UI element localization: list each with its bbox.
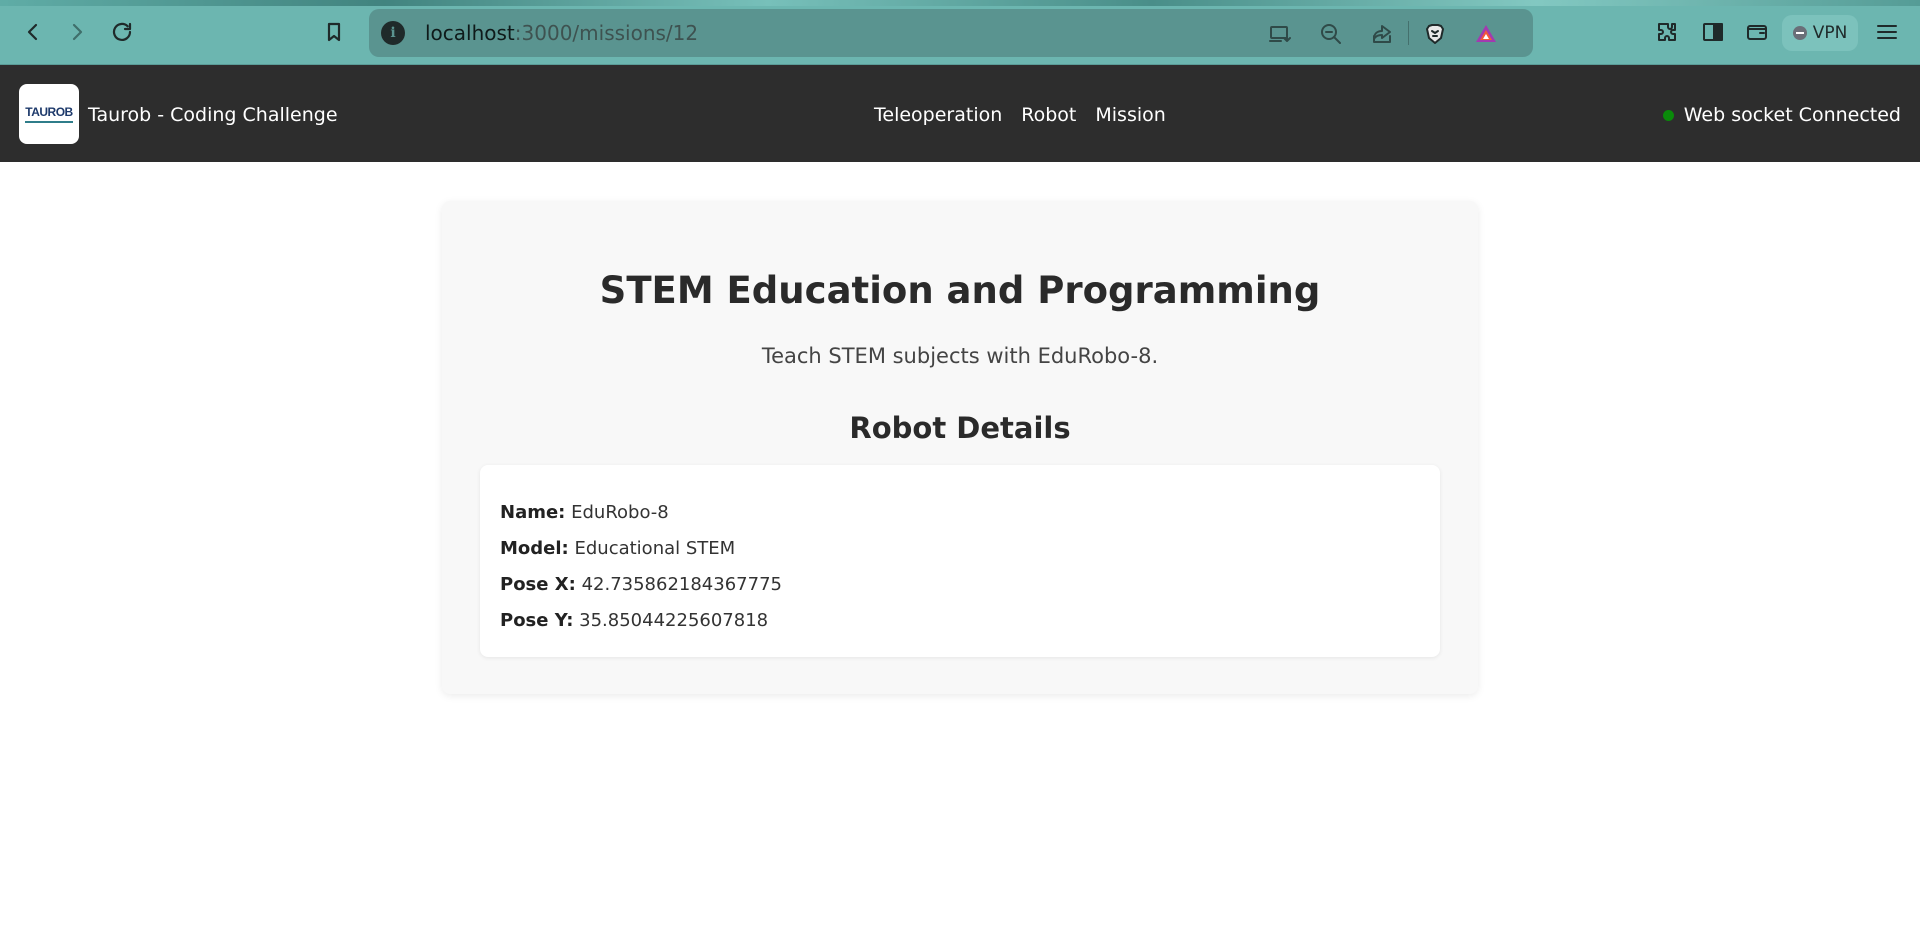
reload-icon bbox=[112, 22, 132, 41]
url-host: localhost bbox=[425, 21, 515, 45]
bookmark-icon bbox=[327, 22, 341, 42]
detail-value: EduRobo-8 bbox=[571, 502, 669, 523]
nav-link-mission[interactable]: Mission bbox=[1095, 103, 1165, 127]
browser-toolbar: i localhost:3000/missions/12 VPN bbox=[0, 0, 1920, 65]
nav-link-robot[interactable]: Robot bbox=[1021, 103, 1076, 127]
logo-underline bbox=[25, 121, 73, 123]
detail-label: Model: bbox=[500, 538, 569, 559]
robot-details-box: Name: EduRobo-8 Model: Educational STEM … bbox=[480, 465, 1440, 657]
mission-card: STEM Education and Programming Teach STE… bbox=[442, 201, 1478, 694]
detail-label: Pose Y: bbox=[500, 610, 574, 631]
vpn-label: VPN bbox=[1812, 23, 1848, 43]
share-icon[interactable] bbox=[1369, 21, 1395, 47]
back-button[interactable] bbox=[15, 14, 51, 50]
main-nav: Teleoperation Robot Mission bbox=[874, 103, 1166, 127]
logo-text: TAUROB bbox=[25, 105, 73, 119]
websocket-status-text: Web socket Connected bbox=[1683, 104, 1901, 126]
detail-label: Pose X: bbox=[500, 574, 576, 595]
bookmark-button[interactable] bbox=[316, 14, 352, 50]
sidebar-icon[interactable] bbox=[1699, 18, 1727, 46]
detail-value: Educational STEM bbox=[574, 538, 736, 559]
robot-details-heading: Robot Details bbox=[849, 411, 1071, 445]
taurob-logo[interactable]: TAUROB bbox=[19, 84, 79, 144]
reload-button[interactable] bbox=[104, 14, 140, 50]
chevron-left-icon bbox=[27, 23, 38, 41]
detail-value: 42.735862184367775 bbox=[581, 574, 782, 595]
nav-link-teleoperation[interactable]: Teleoperation bbox=[874, 103, 1002, 127]
websocket-status: Web socket Connected bbox=[1662, 103, 1901, 127]
extensions-icon[interactable] bbox=[1653, 18, 1681, 46]
site-info-icon[interactable]: i bbox=[381, 21, 405, 45]
brave-rewards-icon[interactable] bbox=[1473, 21, 1499, 47]
detail-row-model: Model: Educational STEM bbox=[500, 531, 1420, 567]
detail-label: Name: bbox=[500, 502, 566, 523]
app-title[interactable]: Taurob - Coding Challenge bbox=[88, 103, 338, 127]
url-text[interactable]: localhost:3000/missions/12 bbox=[425, 21, 698, 45]
detail-value: 35.85044225607818 bbox=[579, 610, 769, 631]
url-path: :3000/missions/12 bbox=[514, 21, 699, 45]
vpn-status-icon bbox=[1792, 26, 1807, 40]
menu-icon[interactable] bbox=[1873, 18, 1901, 46]
address-bar-divider bbox=[1408, 21, 1409, 45]
install-app-icon[interactable] bbox=[1267, 21, 1293, 47]
forward-button[interactable] bbox=[59, 14, 95, 50]
mission-description: Teach STEM subjects with EduRobo-8. bbox=[761, 344, 1159, 368]
window-edge bbox=[0, 0, 1920, 6]
wallet-icon[interactable] bbox=[1743, 18, 1771, 46]
chevron-right-icon bbox=[72, 23, 83, 41]
address-bar[interactable]: i localhost:3000/missions/12 bbox=[369, 9, 1533, 57]
brave-shields-icon[interactable] bbox=[1422, 21, 1448, 47]
detail-row-pose-x: Pose X: 42.735862184367775 bbox=[500, 567, 1420, 603]
zoom-out-icon[interactable] bbox=[1318, 21, 1344, 47]
connection-status-icon bbox=[1662, 109, 1674, 121]
detail-row-pose-y: Pose Y: 35.85044225607818 bbox=[500, 603, 1420, 639]
detail-row-name: Name: EduRobo-8 bbox=[500, 495, 1420, 531]
mission-title: STEM Education and Programming bbox=[599, 269, 1321, 312]
app-header: TAUROB Taurob - Coding Challenge Teleope… bbox=[0, 65, 1920, 162]
vpn-button[interactable]: VPN bbox=[1782, 15, 1858, 51]
